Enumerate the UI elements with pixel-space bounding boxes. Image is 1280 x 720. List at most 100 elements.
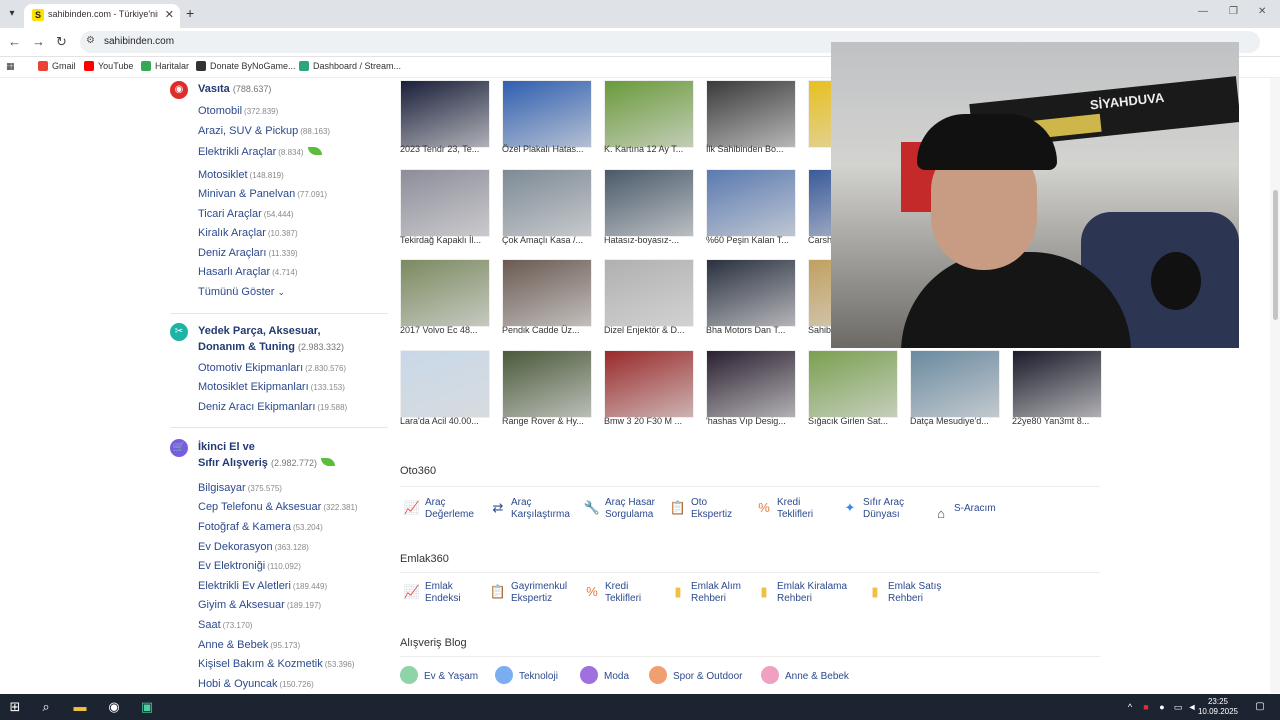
tab-search-icon[interactable]: ▾ — [4, 6, 20, 22]
listing-caption[interactable]: 'hashas Vıp Desig... — [706, 416, 802, 426]
sub-otomotiv-ekipmanlari[interactable]: Otomotiv Ekipmanları (2.830.576) — [198, 362, 346, 374]
scrollbar-thumb[interactable] — [1273, 190, 1278, 320]
emlak-links-item[interactable]: ▮ Emlak Alım Rehberi — [674, 581, 741, 605]
blog-category[interactable]: Spor & Outdoor — [649, 666, 742, 686]
listing-caption[interactable]: Lara'da Acil 40.00... — [400, 416, 496, 426]
blog-category[interactable]: Moda — [580, 666, 629, 686]
sub-ticari[interactable]: Ticari Araçlar (54.444) — [198, 208, 294, 220]
bookmark-maps[interactable]: Haritalar — [141, 61, 189, 71]
listing-caption[interactable]: K. Kartına 12 Ay T... — [604, 144, 700, 154]
blog-category[interactable]: Ev & Yaşam — [400, 666, 478, 686]
file-explorer-icon[interactable]: ▬ — [70, 698, 90, 716]
sub-kisisel-bakim[interactable]: Kişisel Bakım & Kozmetik (53.396) — [198, 658, 355, 670]
listing-caption[interactable]: Hatasız-boyasız-... — [604, 235, 700, 245]
sub-bilgisayar[interactable]: Bilgisayar (375.575) — [198, 482, 282, 494]
sub-saat[interactable]: Saat (73.170) — [198, 619, 252, 631]
listing-thumbnail[interactable] — [706, 350, 796, 418]
listing-thumbnail[interactable] — [1012, 350, 1102, 418]
site-info-icon[interactable]: ⚙ — [86, 35, 95, 46]
listing-caption[interactable]: Bha Motors Dan T... — [706, 325, 802, 335]
notification-icon[interactable]: ▢ — [1250, 698, 1270, 716]
oto-links-item[interactable]: 📈 Araç Değerleme — [404, 497, 474, 521]
listing-caption[interactable]: Pendik Cadde Üz... — [502, 325, 598, 335]
bookmark-gmail[interactable]: Gmail — [38, 61, 76, 71]
listing-caption[interactable]: Özel Plakalı Hatas... — [502, 144, 598, 154]
tab-active[interactable]: S sahibinden.com - Türkiye'nin Ö ✕ — [24, 4, 180, 28]
listing-caption[interactable]: Range Rover & Hy... — [502, 416, 598, 426]
category-ikinci-el[interactable]: İkinci El ve Sıfır Alışveriş (2.982.772) — [198, 439, 336, 471]
sub-fotograf[interactable]: Fotoğraf & Kamera (53.204) — [198, 521, 323, 533]
oto-links-item[interactable]: ⌂ S-Aracım — [937, 503, 996, 521]
listing-thumbnail[interactable] — [502, 350, 592, 418]
sub-elektrikli-araclar[interactable]: Elektrikli Araçlar (8.834) — [198, 146, 322, 158]
sub-hasarli[interactable]: Hasarlı Araçlar (4.714) — [198, 266, 298, 278]
listing-caption[interactable]: 22ye80 Yan3mt 8... — [1012, 416, 1108, 426]
clock[interactable]: 23:25 10.09.2025 — [1196, 697, 1240, 717]
search-icon[interactable]: ⌕ — [36, 698, 56, 716]
oto-links-item[interactable]: % Kredi Teklifleri — [758, 497, 813, 521]
bookmark-dashboard[interactable]: Dashboard / Stream... — [299, 61, 401, 71]
start-icon[interactable]: ⊞ — [5, 698, 25, 716]
listing-caption[interactable]: Tekirdağ Kapaklı İl... — [400, 235, 496, 245]
listing-caption[interactable]: %60 Peşin Kalan T... — [706, 235, 802, 245]
sub-deniz[interactable]: Deniz Araçları (11.339) — [198, 247, 298, 259]
sub-hobi[interactable]: Hobi & Oyuncak (150.726) — [198, 678, 314, 690]
emlak-links-item[interactable]: 📈 Emlak Endeksi — [404, 581, 461, 605]
chrome-icon[interactable]: ◉ — [104, 698, 124, 716]
sub-cep-telefonu[interactable]: Cep Telefonu & Aksesuar (322.381) — [198, 501, 358, 513]
tab-close-icon[interactable]: ✕ — [165, 8, 174, 21]
sub-giyim[interactable]: Giyim & Aksesuar (189.197) — [198, 599, 321, 611]
scrollbar[interactable] — [1270, 78, 1280, 693]
category-yedek-parca[interactable]: Yedek Parça, Aksesuar, Donanım & Tuning (… — [198, 323, 344, 355]
bookmark-donate[interactable]: Donate ByNoGame... — [196, 61, 296, 71]
listing-thumbnail[interactable] — [604, 169, 694, 237]
listing-thumbnail[interactable] — [706, 80, 796, 148]
listing-caption[interactable]: İlk Sahibinden Bo... — [706, 144, 802, 154]
listing-caption[interactable]: Datça Mesudiye'd... — [910, 416, 1006, 426]
blog-category[interactable]: Teknoloji — [495, 666, 558, 686]
oto-links-item[interactable]: ✦ Sıfır Araç Dünyası — [845, 497, 905, 521]
apps-icon[interactable]: ▦ — [6, 61, 15, 72]
emlak-links-item[interactable]: 📋 Gayrimenkul Ekspertiz — [490, 581, 567, 605]
sub-elektrikli-ev-aletleri[interactable]: Elektrikli Ev Aletleri (189.449) — [198, 580, 327, 592]
listing-thumbnail[interactable] — [604, 350, 694, 418]
emlak-links-item[interactable]: ▮ Emlak Kiralama Rehberi — [760, 581, 847, 605]
listing-caption[interactable]: 2023 Tendr 23, Te... — [400, 144, 496, 154]
sub-ev-elektronigi[interactable]: Ev Elektroniği (110.092) — [198, 560, 301, 572]
listing-thumbnail[interactable] — [910, 350, 1000, 418]
forward-icon[interactable]: → — [32, 34, 45, 49]
listing-caption[interactable]: Çok Amaçlı Kasa /... — [502, 235, 598, 245]
listing-thumbnail[interactable] — [400, 80, 490, 148]
maximize-icon[interactable]: ❐ — [1229, 6, 1238, 17]
blog-category[interactable]: Anne & Bebek — [761, 666, 849, 686]
emlak-links-item[interactable]: % Kredi Teklifleri — [586, 581, 641, 605]
minimize-icon[interactable]: — — [1198, 6, 1208, 17]
listing-thumbnail[interactable] — [604, 80, 694, 148]
listing-thumbnail[interactable] — [706, 169, 796, 237]
sub-anne-bebek[interactable]: Anne & Bebek (95.173) — [198, 639, 300, 651]
oto-links-item[interactable]: 📋 Oto Ekspertiz — [670, 497, 732, 521]
listing-thumbnail[interactable] — [604, 259, 694, 327]
sub-arazi-suv[interactable]: Arazi, SUV & Pickup (88.163) — [198, 125, 330, 137]
oto-links-item[interactable]: 🔧 Araç Hasar Sorgulama — [584, 497, 655, 521]
sub-otomobil[interactable]: Otomobil (372.839) — [198, 105, 278, 117]
listing-thumbnail[interactable] — [808, 350, 898, 418]
listing-thumbnail[interactable] — [400, 259, 490, 327]
sub-minivan[interactable]: Minivan & Panelvan (77.091) — [198, 188, 327, 200]
sub-deniz-araci-ekipmanlari[interactable]: Deniz Aracı Ekipmanları (19.588) — [198, 401, 347, 413]
listing-thumbnail[interactable] — [502, 169, 592, 237]
show-all-link[interactable]: Tümünü Göster ⌄ — [198, 286, 285, 298]
listing-thumbnail[interactable] — [400, 169, 490, 237]
close-window-icon[interactable]: ✕ — [1258, 6, 1266, 17]
listing-caption[interactable]: Dizel Enjektör & D... — [604, 325, 700, 335]
sub-motosiklet-ekipmanlari[interactable]: Motosiklet Ekipmanları (133.153) — [198, 381, 345, 393]
back-icon[interactable]: ← — [8, 34, 21, 49]
listing-thumbnail[interactable] — [502, 259, 592, 327]
sub-kiralik[interactable]: Kiralık Araçlar (10.387) — [198, 227, 298, 239]
oto-links-item[interactable]: ⇄ Araç Karşılaştırma — [493, 497, 570, 521]
category-vasita[interactable]: Vasıta (788.637) — [198, 81, 271, 97]
listing-thumbnail[interactable] — [706, 259, 796, 327]
listing-thumbnail[interactable] — [400, 350, 490, 418]
bookmark-youtube[interactable]: YouTube — [84, 61, 133, 71]
listing-caption[interactable]: 2017 Volvo Ec 48... — [400, 325, 496, 335]
